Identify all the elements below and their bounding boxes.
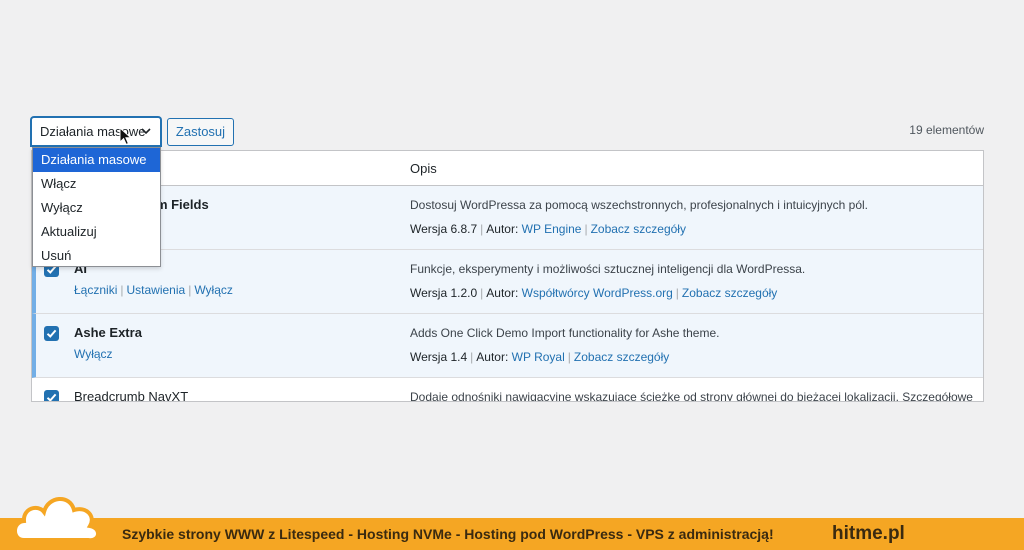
brand-name: hitme.pl: [832, 523, 905, 544]
promo-banner: Szybkie strony WWW z Litespeed - Hosting…: [0, 518, 1024, 550]
plugin-meta: Wersja 1.2.0 | Autor: Współtwórcy WordPres…: [410, 286, 778, 300]
details-link[interactable]: Zobacz szczegóły: [574, 350, 669, 364]
author-link[interactable]: WP Engine: [522, 222, 582, 236]
column-description-header: Opis: [410, 161, 437, 176]
cloud-logo-icon: [13, 497, 100, 543]
row-actions: Wyłącz: [74, 347, 113, 361]
plugin-version: Wersja 1.2.0: [410, 286, 478, 300]
details-link[interactable]: Zobacz szczegóły: [591, 222, 686, 236]
plugin-meta: Wersja 6.8.7 | Autor: WP Engine | Zobacz szc…: [410, 222, 686, 236]
bulk-actions-dropdown: Działania masowe Włącz Wyłącz Aktualizuj…: [32, 147, 161, 267]
bulk-actions-select[interactable]: Działania masowe: [31, 117, 161, 146]
plugin-meta: Wersja 1.4 | Autor: WP Royal | Zobacz szczeg…: [410, 350, 670, 364]
dropdown-option-deactivate[interactable]: Wyłącz: [33, 196, 160, 220]
action-links[interactable]: Łączniki: [74, 283, 117, 297]
table-header: Opis: [32, 151, 983, 186]
banner-text: Szybkie strony WWW z Litespeed - Hosting…: [122, 526, 774, 542]
author-link[interactable]: WP Royal: [512, 350, 565, 364]
table-row: Ashe Extra Wyłącz Adds One Click Demo Im…: [32, 314, 983, 378]
table-row: AI Łączniki | Ustawienia | Wyłącz Funkcje, e…: [32, 250, 983, 314]
plugin-description: Dodaje odnośniki nawigacyjne wskazujące …: [410, 390, 973, 402]
checkmark-icon: [46, 393, 57, 401]
table-row: Breadcrumb NavXT Dodaje odnośniki nawiga…: [32, 378, 983, 402]
plugin-name[interactable]: Breadcrumb NavXT: [74, 389, 188, 401]
dropdown-option-activate[interactable]: Włącz: [33, 172, 160, 196]
row-checkbox[interactable]: [44, 390, 59, 401]
apply-button[interactable]: Zastosuj: [167, 118, 234, 146]
plugins-table: Opis om Fields Dostosuj WordPressa za po…: [31, 150, 984, 402]
action-deactivate[interactable]: Wyłącz: [194, 283, 233, 297]
row-checkbox[interactable]: [44, 326, 59, 341]
details-link[interactable]: Zobacz szczegóły: [682, 286, 777, 300]
plugin-description: Dostosuj WordPressa za pomocą wszechstro…: [410, 198, 868, 212]
action-deactivate[interactable]: Wyłącz: [74, 347, 113, 361]
action-settings[interactable]: Ustawienia: [126, 283, 185, 297]
cursor-arrow-icon: [119, 127, 133, 146]
dropdown-option-delete[interactable]: Usuń: [33, 244, 160, 268]
author-label: Autor:: [476, 350, 509, 364]
plugin-description: Adds One Click Demo Import functionality…: [410, 326, 720, 340]
author-label: Autor:: [486, 222, 519, 236]
dropdown-option-update[interactable]: Aktualizuj: [33, 220, 160, 244]
plugin-description: Funkcje, eksperymenty i możliwości sztuc…: [410, 262, 806, 276]
author-label: Autor:: [486, 286, 519, 300]
author-link[interactable]: Współtwórcy WordPress.org: [522, 286, 673, 300]
items-count: 19 elementów: [909, 123, 984, 137]
row-actions: Łączniki | Ustawienia | Wyłącz: [74, 283, 233, 297]
checkmark-icon: [46, 329, 57, 338]
chevron-down-icon: [141, 128, 151, 135]
plugin-name[interactable]: Ashe Extra: [74, 325, 142, 340]
plugin-version: Wersja 1.4: [410, 350, 468, 364]
plugin-version: Wersja 6.8.7: [410, 222, 478, 236]
table-row: om Fields Dostosuj WordPressa za pomocą …: [32, 186, 983, 250]
dropdown-option-bulk[interactable]: Działania masowe: [33, 148, 160, 172]
